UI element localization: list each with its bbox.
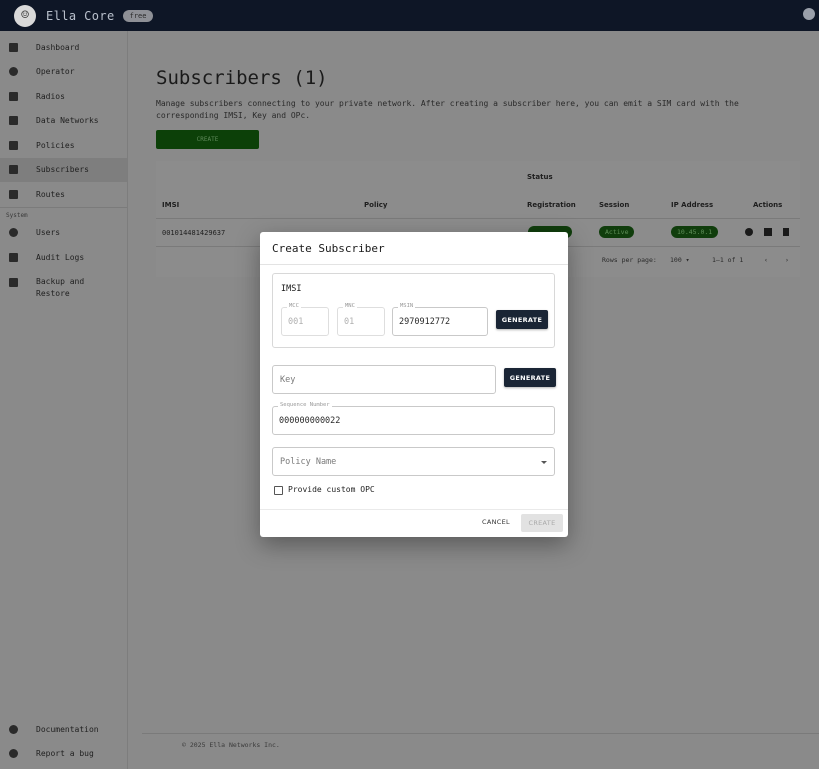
- system-section-label: System: [6, 211, 28, 219]
- sidebar: Dashboard Operator Radios Data Networks …: [0, 31, 128, 769]
- people-icon: [9, 165, 18, 175]
- sidebar-bottom: Documentation Report a bug: [0, 717, 128, 766]
- rows-per-page-select[interactable]: 100 ▾: [670, 256, 690, 264]
- column-header-ip: IP Address: [671, 201, 714, 209]
- column-header-policy: Policy: [364, 201, 388, 209]
- copyright: © 2025 Ella Networks Inc.: [182, 741, 280, 749]
- app-title: Ella Core: [46, 8, 115, 23]
- next-page-icon[interactable]: ›: [785, 256, 789, 264]
- sidebar-item-report-bug[interactable]: Report a bug: [0, 742, 128, 767]
- sequence-number-value: 000000000022: [279, 416, 341, 426]
- tune-icon: [9, 140, 18, 150]
- routes-icon: [9, 189, 18, 199]
- ip-address-badge: 10.45.0.1: [671, 226, 719, 238]
- cancel-button[interactable]: CANCEL: [482, 518, 510, 526]
- mcc-field: MCC 001: [281, 303, 329, 336]
- generate-imsi-button[interactable]: GENERATE: [496, 310, 548, 329]
- custom-opc-label: Provide custom OPC: [288, 485, 375, 494]
- sidebar-item-label: Data Networks: [36, 116, 99, 126]
- sidebar-item-label: Radios: [36, 91, 65, 101]
- sidebar-item-label: Routes: [36, 189, 65, 199]
- mcc-value: 001: [288, 317, 304, 327]
- msin-label: MSIN: [398, 303, 416, 309]
- sidebar-item-radios[interactable]: Radios: [0, 84, 127, 109]
- create-button[interactable]: CREATE: [521, 514, 563, 532]
- bug-icon: [9, 749, 18, 759]
- dialog-title-divider: [260, 264, 568, 265]
- session-status-badge: Active: [599, 226, 635, 238]
- sequence-number-field[interactable]: Sequence Number 000000000022: [272, 402, 555, 435]
- sidebar-item-subscribers[interactable]: Subscribers: [0, 157, 127, 182]
- footer-divider: [142, 733, 819, 734]
- status-group-header: Status: [527, 173, 553, 181]
- column-header-actions: Actions: [753, 201, 783, 209]
- info-icon: [9, 724, 18, 734]
- mnc-label: MNC: [343, 303, 357, 309]
- sidebar-item-data-networks[interactable]: Data Networks: [0, 109, 127, 134]
- chevron-down-icon: [541, 461, 547, 464]
- sidebar-item-operator[interactable]: Operator: [0, 60, 127, 85]
- backup-icon: [9, 277, 18, 287]
- column-header-registration: Registration: [527, 201, 576, 209]
- sidebar-item-users[interactable]: Users: [0, 221, 127, 246]
- router-icon: [9, 91, 18, 101]
- sidebar-item-dashboard[interactable]: Dashboard: [0, 35, 127, 60]
- dialog-title: Create Subscriber: [272, 242, 385, 255]
- sequence-number-label: Sequence Number: [278, 402, 332, 408]
- sidebar-item-label: Dashboard: [36, 42, 80, 52]
- header-divider: [156, 218, 800, 219]
- sidebar-item-label: Users: [36, 228, 61, 238]
- sidebar-item-policies[interactable]: Policies: [0, 133, 127, 158]
- imsi-label: IMSI: [281, 284, 302, 294]
- sidebar-item-label: Subscribers: [36, 165, 89, 175]
- dashboard-icon: [9, 42, 18, 52]
- network-icon: [9, 116, 18, 126]
- policy-placeholder: Policy Name: [280, 457, 337, 467]
- sidebar-item-routes[interactable]: Routes: [0, 182, 127, 207]
- column-header-imsi: IMSI: [162, 201, 180, 209]
- user-gear-icon: [9, 228, 18, 238]
- sidebar-item-label: Policies: [36, 140, 75, 150]
- view-icon[interactable]: [745, 228, 753, 236]
- key-field[interactable]: Key: [272, 365, 496, 394]
- sidebar-item-audit-logs[interactable]: Audit Logs: [0, 245, 127, 270]
- log-icon: [9, 252, 18, 262]
- edit-icon[interactable]: [764, 228, 772, 236]
- create-subscriber-dialog: Create Subscriber IMSI MCC 001 MNC 01 MS…: [260, 232, 568, 537]
- policy-select[interactable]: Policy Name: [272, 447, 555, 476]
- account-icon[interactable]: [803, 8, 815, 20]
- sidebar-item-label: Operator: [36, 67, 75, 77]
- key-placeholder: Key: [280, 375, 296, 385]
- page-title: Subscribers (1): [156, 67, 328, 89]
- dialog-footer-divider: [260, 509, 568, 510]
- antenna-icon: [9, 67, 18, 77]
- rows-per-page-label: Rows per page:: [602, 256, 657, 264]
- generate-key-button[interactable]: GENERATE: [504, 368, 556, 387]
- sidebar-item-documentation[interactable]: Documentation: [0, 717, 128, 742]
- sidebar-item-label: Report a bug: [36, 749, 94, 759]
- delete-icon[interactable]: [783, 228, 789, 236]
- page-description: Manage subscribers connecting to your pr…: [156, 99, 739, 120]
- mcc-label: MCC: [287, 303, 301, 309]
- msin-field[interactable]: MSIN 2970912772: [392, 303, 488, 336]
- sidebar-item-label: Documentation: [36, 724, 99, 734]
- msin-value: 2970912772: [399, 317, 451, 327]
- mnc-value: 01: [344, 317, 355, 327]
- mnc-field: MNC 01: [337, 303, 385, 336]
- custom-opc-checkbox[interactable]: [274, 486, 283, 495]
- prev-page-icon[interactable]: ‹: [764, 256, 768, 264]
- sidebar-item-label: Audit Logs: [36, 252, 85, 262]
- top-bar: ☺ Ella Core free: [0, 0, 819, 31]
- create-subscriber-button[interactable]: CREATE: [156, 130, 259, 149]
- sidebar-item-label: Backup and Restore: [36, 276, 85, 298]
- column-header-session: Session: [599, 201, 630, 209]
- ella-logo-icon: ☺: [14, 4, 36, 27]
- plan-badge: free: [122, 9, 154, 22]
- row-imsi: 001014481429637: [162, 229, 226, 237]
- sidebar-item-backup-restore[interactable]: Backup and Restore: [0, 270, 127, 306]
- rows-per-page-value: 100: [670, 256, 682, 264]
- imsi-group: IMSI MCC 001 MNC 01 MSIN 2970912772 GENE…: [272, 273, 555, 348]
- pagination-range: 1–1 of 1: [712, 256, 744, 264]
